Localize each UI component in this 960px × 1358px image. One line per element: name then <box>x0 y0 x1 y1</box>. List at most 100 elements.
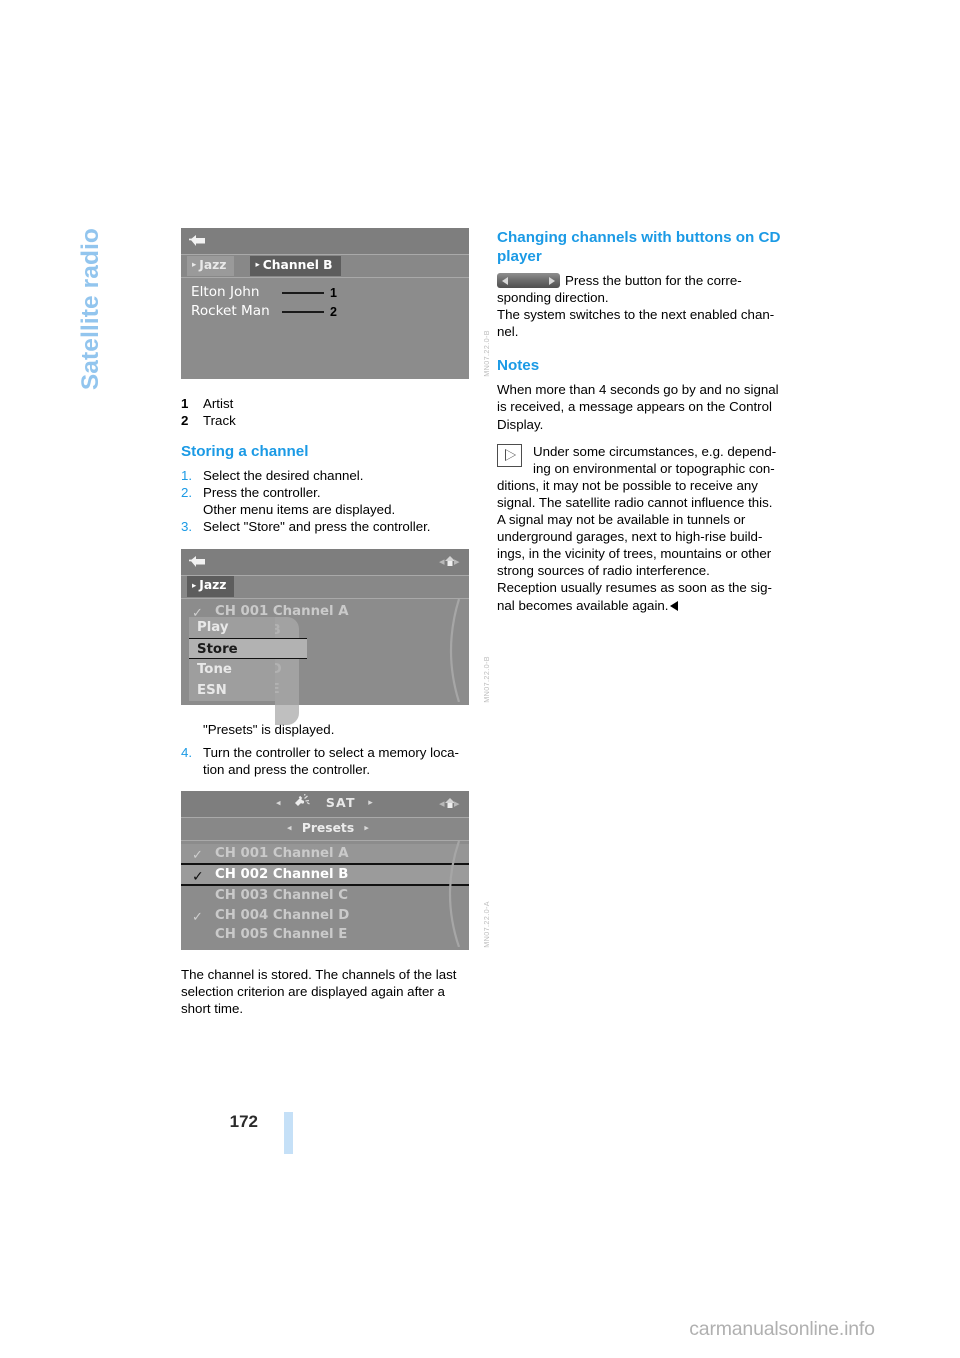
menu-item-store[interactable]: Store <box>189 637 307 659</box>
check-icon: ✓ <box>192 869 204 886</box>
breadcrumb-jazz[interactable]: ▸ Jazz <box>187 576 235 597</box>
menu-item-play[interactable]: Play <box>189 617 275 638</box>
cd-line: The system switches to the next enabled … <box>497 307 775 323</box>
cd-line: nel. <box>497 324 519 340</box>
now-playing-track: Rocket Man <box>191 303 270 319</box>
callout-leader-1 <box>282 292 324 294</box>
step-text-line: tion and press the controller. <box>203 761 371 777</box>
context-menu: Play Store Tone ESN <box>189 616 307 701</box>
figure-store-menu-body: ✓ CH 001 Channel A hannel B hannel C han… <box>181 598 469 725</box>
figure-code: MN07.22.0-A <box>481 901 491 948</box>
page-marker-bar <box>284 1112 293 1154</box>
step-item: 1. Select the desired channel. <box>181 467 469 484</box>
legend-label: Artist <box>203 396 234 411</box>
storing-steps: 1. Select the desired channel. 2. Press … <box>181 467 469 535</box>
menu-item-tone[interactable]: Tone <box>189 659 275 680</box>
note-body-line: A signal may not be available in tunnels… <box>497 512 746 528</box>
figure-title-bar <box>181 228 469 255</box>
home-icon[interactable]: ◂ ▸ <box>439 795 461 813</box>
step-number: 3. <box>181 519 193 535</box>
figure-sat-title: ◂ SAT ▸ <box>181 793 469 814</box>
breadcrumb-jazz-label: Jazz <box>199 578 227 593</box>
preset-row[interactable]: CH 003 Channel C <box>181 886 469 906</box>
callout-leader-2 <box>282 311 324 313</box>
note-callout: Under some circumstances, e.g. depend- i… <box>497 443 785 477</box>
legend-number: 1 <box>181 396 189 411</box>
chapter-tab: Satellite radio <box>0 225 180 435</box>
preset-row[interactable]: ✓ CH 004 Channel D <box>181 906 469 926</box>
heading-changing-channels-cd: Changing channels with buttons on CD pla… <box>497 229 781 265</box>
page-footer: 172 <box>110 1112 310 1182</box>
page-number: 172 <box>229 1112 258 1131</box>
chevron-left-icon[interactable]: ◂ <box>276 798 282 808</box>
step-text: Select "Store" and press the controller. <box>203 519 431 535</box>
note-body-line: ditions, it may not be possible to recei… <box>497 477 758 493</box>
figure-presets: ◂ SAT ▸ ◂ ▸ ◂ Presets ▸ ✓ CH 001 Channel… <box>181 790 491 950</box>
breadcrumb-channel-b[interactable]: ▸ Channel B <box>250 255 341 277</box>
heading-storing-a-channel: Storing a channel <box>181 443 309 461</box>
cd-line: Press the button for the corre- <box>565 273 742 288</box>
note-indent-line: ing on environmental or topographic con- <box>533 460 775 476</box>
arrow-left-icon <box>502 276 508 285</box>
right-column: Changing channels with buttons on CD pla… <box>497 228 785 614</box>
note-body-line: signal. The satellite radio cannot influ… <box>497 494 773 510</box>
step-text: Press the controller. Other menu items a… <box>203 484 469 518</box>
chevron-left-icon[interactable]: ◂ <box>287 824 292 834</box>
figure-presets-subtitle-label: Presets <box>301 821 355 836</box>
preset-label: CH 003 Channel C <box>215 888 348 904</box>
closing-paragraph: The channel is stored. The channels of t… <box>181 966 469 1017</box>
figure-subtitle-bar: ◂ Presets ▸ <box>181 817 469 841</box>
breadcrumb-jazz[interactable]: ▸ Jazz <box>187 255 235 277</box>
step-text-line: Turn the controller to select a memory l… <box>203 744 459 760</box>
note-body-line: nal becomes available again. <box>497 597 669 613</box>
breadcrumb-channel-b-label: Channel B <box>262 257 333 272</box>
step-item: 4. Turn the controller to select a memor… <box>181 744 469 778</box>
legend-number: 2 <box>181 413 189 429</box>
chevron-right-icon[interactable]: ▸ <box>368 798 374 808</box>
legend-list: 1 Artist 2 Track <box>181 395 469 429</box>
scroll-arc-decoration <box>437 840 463 950</box>
popup-shadow <box>275 616 299 725</box>
figure-breadcrumb-bar: ▸ Jazz <box>181 575 469 599</box>
step-item: 3. Select "Store" and press the controll… <box>181 518 469 535</box>
note-body-line: underground garages, next to high-rise b… <box>497 529 763 545</box>
chevron-right-icon: ▸ <box>192 260 197 271</box>
figure-breadcrumb-bar: ▸ Jazz ▸ Channel B <box>181 255 469 278</box>
cd-instruction-paragraph: Press the button for the corre- sponding… <box>497 272 785 340</box>
note-body-line: Reception usually resumes as soon as the… <box>497 580 772 596</box>
preset-row-selected[interactable]: ✓ CH 002 Channel B <box>181 863 469 887</box>
step-text: Turn the controller to select a memory l… <box>203 744 469 778</box>
preset-label: CH 004 Channel D <box>215 907 350 923</box>
preset-row[interactable]: ✓ CH 001 Channel A <box>181 843 469 864</box>
chevron-right-icon: ▸ <box>255 260 260 271</box>
heading-notes: Notes <box>497 357 540 375</box>
step-text: Select the desired channel. <box>203 468 364 484</box>
back-arrow-icon[interactable] <box>189 555 206 568</box>
legend-item: 2 Track <box>181 412 469 429</box>
chevron-right-icon[interactable]: ▸ <box>364 824 369 834</box>
notes-line: is received, a message appears on the Co… <box>497 399 772 415</box>
cd-line: sponding direction. <box>497 290 609 306</box>
left-column: ▸ Jazz ▸ Channel B Elton John Rocket Man 1… <box>181 228 491 1017</box>
figure-title-bar: ◂ ▸ <box>181 548 469 576</box>
svg-text:▸: ▸ <box>454 797 460 810</box>
notes-line: When more than 4 seconds go by and no si… <box>497 382 779 398</box>
step-text-line: Other menu items are displayed. <box>203 502 396 518</box>
figure-presets-subtitle: ◂ Presets ▸ <box>187 820 469 838</box>
step-number: 1. <box>181 468 193 484</box>
preset-row[interactable]: CH 005 Channel E <box>181 925 469 945</box>
svg-text:◂: ◂ <box>439 797 445 810</box>
triangle-note-icon <box>497 443 522 467</box>
figure-store-menu: ◂ ▸ ▸ Jazz ✓ CH 001 Channel A Play Store… <box>181 548 491 725</box>
step-number: 2. <box>181 485 193 501</box>
menu-item-esn[interactable]: ESN <box>189 680 275 701</box>
callout-number-1: 1 <box>330 286 337 300</box>
home-icon[interactable]: ◂ ▸ <box>439 553 461 571</box>
figure-code: MN07.22.0-B <box>481 655 491 703</box>
figure-now-playing: ▸ Jazz ▸ Channel B Elton John Rocket Man 1… <box>181 228 491 379</box>
closing-line: short time. <box>181 1001 244 1017</box>
arrow-right-icon <box>549 276 555 285</box>
preset-label: CH 002 Channel B <box>215 867 349 883</box>
back-arrow-icon[interactable] <box>189 234 206 247</box>
satellite-icon <box>291 793 312 814</box>
